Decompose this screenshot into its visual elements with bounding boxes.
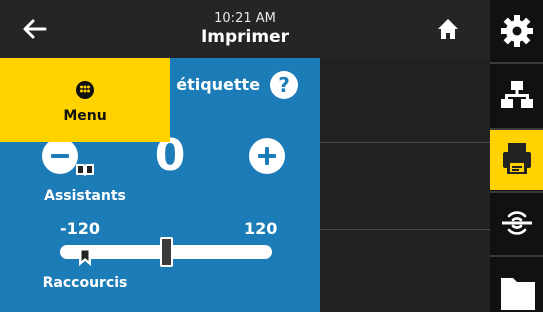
home-icon: [438, 19, 458, 39]
rail-network-button[interactable]: [490, 68, 543, 124]
menu-item-label: Raccourcis: [42, 275, 128, 291]
header-bar: 10:21 AM Imprimer: [0, 0, 490, 58]
menu-item-label: Assistants: [44, 188, 126, 204]
menu-item-label: Menu: [63, 108, 107, 124]
rail-divider: [490, 191, 543, 193]
clock-time: 10:21 AM: [214, 11, 276, 26]
book-open-icon: [76, 164, 94, 177]
increment-button[interactable]: [249, 138, 285, 174]
menu-divider: [320, 229, 490, 230]
menu-item-assistants[interactable]: Assistants: [0, 143, 170, 229]
gear-icon: [501, 15, 533, 47]
menu-item-menu[interactable]: Menu: [0, 58, 170, 142]
help-icon: ?: [278, 73, 290, 97]
rail-divider: [490, 62, 543, 64]
menu-dots-icon: [76, 81, 94, 99]
folder-icon: [501, 278, 535, 310]
menu-divider: [320, 142, 490, 143]
printer-icon: [503, 143, 531, 174]
rail-divider: [490, 255, 543, 257]
rail-print-button[interactable]: [490, 130, 543, 190]
printer-screen: 10:21 AM Imprimer Décalage vertical étiq…: [0, 0, 543, 312]
menu-item-shortcuts[interactable]: Raccourcis: [0, 230, 170, 312]
help-button[interactable]: ?: [270, 71, 298, 99]
menu-column: [320, 58, 490, 312]
bookmark-icon: [79, 248, 91, 266]
rail-settings-button[interactable]: [490, 4, 543, 60]
network-icon: [501, 81, 533, 108]
page-title: Imprimer: [200, 27, 290, 47]
home-button[interactable]: [436, 17, 460, 41]
range-max-label: 120: [244, 219, 278, 238]
rail-files-button[interactable]: [490, 260, 543, 312]
rail-sensor-button[interactable]: [490, 196, 543, 252]
wireless-sensor-icon: [502, 211, 532, 235]
